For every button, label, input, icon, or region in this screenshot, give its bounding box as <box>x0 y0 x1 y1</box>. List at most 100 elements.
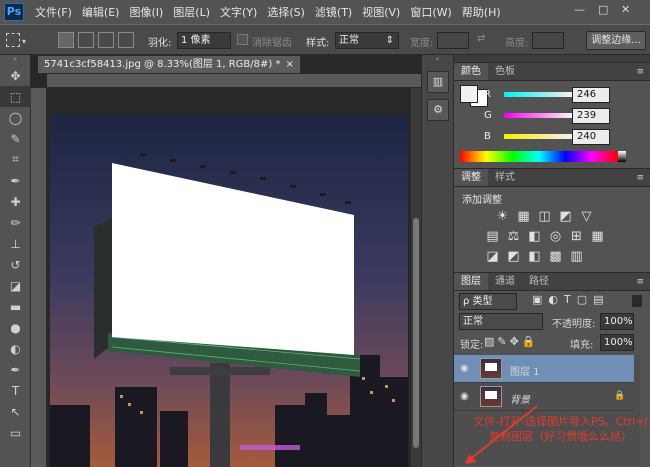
blend-mode-select[interactable]: 正常 <box>459 313 543 330</box>
history-panel-icon[interactable]: ▥ <box>427 71 449 93</box>
menu-window[interactable]: 窗口(W) <box>405 4 456 20</box>
levels-icon[interactable]: ▦ <box>515 209 532 224</box>
style-select[interactable]: 正常 ⇕ <box>335 32 399 49</box>
width-input[interactable] <box>437 32 469 49</box>
menu-filter[interactable]: 滤镜(T) <box>310 4 357 20</box>
marquee-tool[interactable]: ⬚ <box>0 86 31 107</box>
quick-select-tool[interactable]: ✎ <box>0 128 31 149</box>
lock-options-icons[interactable]: ▨✎✥🔒 <box>484 335 539 348</box>
tab-swatches[interactable]: 色板 <box>488 63 522 80</box>
menu-file[interactable]: 文件(F) <box>30 4 77 20</box>
properties-panel-icon[interactable]: ⚙ <box>427 99 449 121</box>
history-brush-tool[interactable]: ↺ <box>0 254 31 275</box>
subtract-selection-icon[interactable] <box>98 32 114 48</box>
pen-tool[interactable]: ✒ <box>0 359 31 380</box>
filter-toggle[interactable] <box>632 295 642 307</box>
eyedropper-tool[interactable]: ✒ <box>0 170 31 191</box>
feather-input[interactable]: 1 像素 <box>177 32 231 49</box>
toolbox-grip[interactable]: » <box>0 55 30 65</box>
antialias-label: 消除锯齿 <box>252 38 292 49</box>
marquee-icon: ⬚ <box>9 89 22 104</box>
color-balance-icon[interactable]: ⚖ <box>505 229 522 244</box>
gradient-tool[interactable]: ▬ <box>0 296 31 317</box>
move-icon: ✥ <box>10 68 21 83</box>
panel-menu-icon[interactable]: ≡ <box>636 169 650 186</box>
crop-tool[interactable]: ⌗ <box>0 149 31 170</box>
panel-menu-icon[interactable]: ≡ <box>636 63 650 80</box>
exposure-icon[interactable]: ◩ <box>557 209 574 224</box>
brush-tool[interactable]: ✏ <box>0 212 31 233</box>
blue-slider[interactable] <box>504 133 574 139</box>
healing-tool[interactable]: ✚ <box>0 191 31 212</box>
move-tool[interactable]: ✥ <box>0 65 31 86</box>
gradient-map-icon[interactable]: ▥ <box>568 249 585 264</box>
foreground-color-swatch[interactable] <box>460 85 478 103</box>
panel-menu-icon[interactable]: ≡ <box>636 273 650 290</box>
photo-filter-icon[interactable]: ◎ <box>547 229 564 244</box>
close-window-button[interactable]: ✕ <box>621 3 630 16</box>
add-selection-icon[interactable] <box>78 32 94 48</box>
close-icon[interactable]: × <box>286 56 294 73</box>
height-input[interactable] <box>532 32 564 49</box>
tab-color[interactable]: 颜色 <box>454 63 488 80</box>
vertical-scrollbar[interactable] <box>411 88 421 467</box>
eraser-tool[interactable]: ◪ <box>0 275 31 296</box>
green-value-input[interactable]: 239 <box>572 108 610 124</box>
new-selection-icon[interactable] <box>58 32 74 48</box>
stamp-tool[interactable]: ⊥ <box>0 233 31 254</box>
fill-input[interactable]: 100% <box>600 334 634 351</box>
layer-filter-icons[interactable]: ▣◐T▢▤ <box>532 293 610 306</box>
path-select-tool[interactable]: ↖ <box>0 401 31 422</box>
posterize-icon[interactable]: ◩ <box>505 249 522 264</box>
refine-edge-button[interactable]: 调整边缘... <box>586 31 646 50</box>
blue-value-input[interactable]: 240 <box>572 129 610 145</box>
antialias-checkbox[interactable] <box>237 34 248 45</box>
scrollbar-thumb[interactable] <box>413 218 419 448</box>
tab-styles[interactable]: 样式 <box>488 169 522 186</box>
eye-icon[interactable]: ◉ <box>460 363 469 374</box>
menu-edit[interactable]: 编辑(E) <box>77 4 125 20</box>
shape-tool[interactable]: ▭ <box>0 422 31 443</box>
layer-kind-filter[interactable]: ρ 类型 <box>459 293 517 310</box>
menu-select[interactable]: 选择(S) <box>262 4 310 20</box>
menu-view[interactable]: 视图(V) <box>357 4 405 20</box>
threshold-icon[interactable]: ◧ <box>526 249 543 264</box>
red-slider[interactable] <box>504 91 574 97</box>
hue-saturation-icon[interactable]: ▤ <box>484 229 501 244</box>
maximize-button[interactable]: □ <box>598 3 608 16</box>
curves-icon[interactable]: ◫ <box>536 209 553 224</box>
swap-icon[interactable]: ⇄ <box>477 33 485 44</box>
menu-help[interactable]: 帮助(H) <box>457 4 506 20</box>
canvas[interactable] <box>50 115 408 467</box>
minimize-button[interactable]: — <box>574 3 585 16</box>
intersect-selection-icon[interactable] <box>118 32 134 48</box>
document-tab[interactable]: 5741c3cf58413.jpg @ 8.33%(图层 1, RGB/8#) … <box>37 55 301 74</box>
blur-tool[interactable]: ● <box>0 317 31 338</box>
menu-image[interactable]: 图像(I) <box>124 4 168 20</box>
dodge-tool[interactable]: ◐ <box>0 338 31 359</box>
brightness-icon[interactable]: ☀ <box>494 209 511 224</box>
vibrance-icon[interactable]: ▽ <box>578 209 595 224</box>
opacity-input[interactable]: 100% <box>600 313 634 330</box>
tab-adjustments[interactable]: 调整 <box>454 169 488 186</box>
marquee-preset-icon[interactable] <box>6 33 20 47</box>
green-slider[interactable] <box>504 112 574 118</box>
grayscale-ramp[interactable] <box>618 151 626 162</box>
red-value-input[interactable]: 246 <box>572 87 610 103</box>
chevron-down-icon[interactable]: ▾ <box>22 37 26 46</box>
tab-layers[interactable]: 图层 <box>454 273 488 290</box>
color-lookup-icon[interactable]: ▦ <box>589 229 606 244</box>
collapse-grip[interactable]: « <box>422 55 453 65</box>
invert-icon[interactable]: ◪ <box>484 249 501 264</box>
black-white-icon[interactable]: ◧ <box>526 229 543 244</box>
type-tool[interactable]: T <box>0 380 31 401</box>
menu-layer[interactable]: 图层(L) <box>168 4 215 20</box>
tab-channels[interactable]: 通道 <box>488 273 522 290</box>
layer-row-layer1[interactable]: ◉ 图层 1 <box>454 355 634 383</box>
channel-mixer-icon[interactable]: ⊞ <box>568 229 585 244</box>
color-spectrum[interactable] <box>460 151 618 162</box>
selective-color-icon[interactable]: ▩ <box>547 249 564 264</box>
lasso-tool[interactable]: ◯ <box>0 107 31 128</box>
menu-type[interactable]: 文字(Y) <box>215 4 262 20</box>
tab-paths[interactable]: 路径 <box>522 273 556 290</box>
